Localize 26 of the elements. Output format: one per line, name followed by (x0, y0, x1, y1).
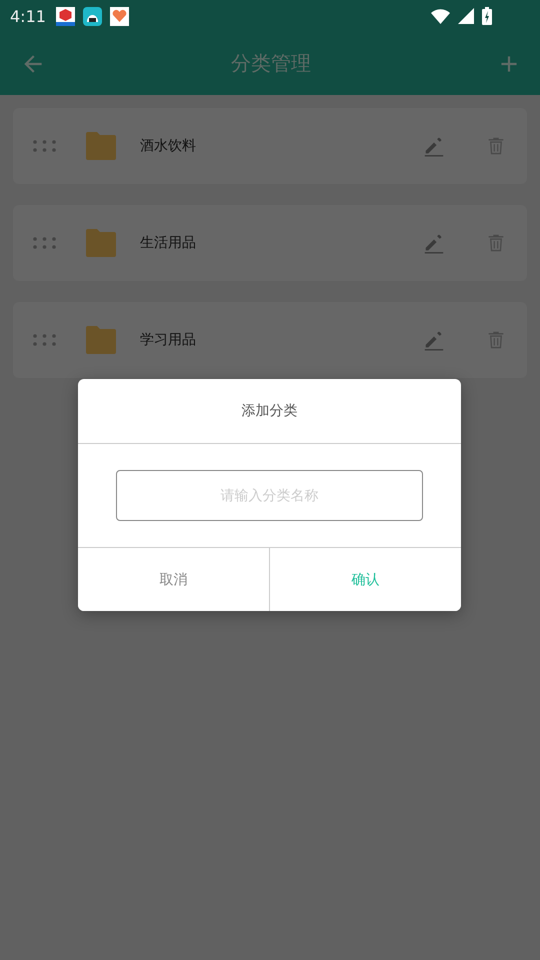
dialog-title: 添加分类 (242, 402, 298, 420)
app-notification-icon (110, 6, 129, 26)
folder-icon (86, 326, 116, 354)
edit-button[interactable] (423, 232, 445, 254)
category-card[interactable]: 学习用品 (13, 302, 527, 378)
category-card[interactable]: 酒水饮料 (13, 108, 527, 184)
signal-icon (458, 8, 474, 24)
drag-handle-icon[interactable] (33, 140, 56, 152)
drag-handle-icon[interactable] (33, 334, 56, 346)
cancel-button[interactable]: 取消 (78, 548, 269, 611)
folder-icon (86, 229, 116, 257)
confirm-button[interactable]: 确认 (269, 548, 461, 611)
battery-icon (482, 7, 492, 25)
category-name: 学习用品 (140, 331, 197, 349)
page-title: 分类管理 (231, 50, 311, 77)
status-time: 4:11 (10, 6, 46, 26)
category-card[interactable]: 生活用品 (13, 205, 527, 281)
category-name: 生活用品 (140, 234, 197, 252)
category-name: 酒水饮料 (140, 137, 197, 155)
app-notification-icon (82, 6, 102, 26)
folder-icon (86, 132, 116, 160)
edit-button[interactable] (423, 135, 445, 157)
wifi-icon (431, 8, 450, 24)
edit-button[interactable] (423, 329, 445, 351)
drag-handle-icon[interactable] (33, 237, 56, 249)
app-notification-icon (56, 6, 75, 26)
